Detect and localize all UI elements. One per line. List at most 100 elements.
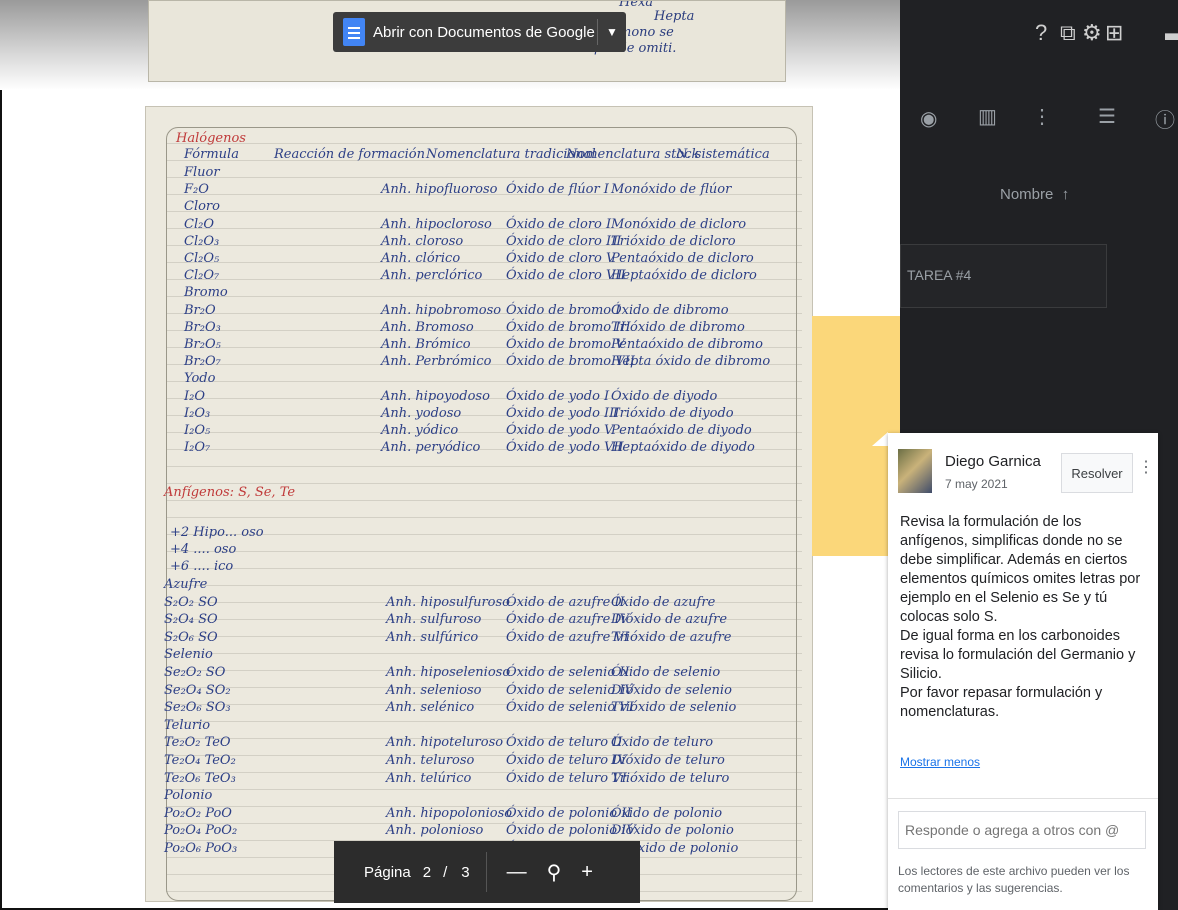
table-cell: Yodo xyxy=(184,371,216,387)
more-vert-icon[interactable]: ⋮ xyxy=(1032,104,1052,129)
table-cell: F₂O xyxy=(184,182,209,198)
table-cell: Selenio xyxy=(164,647,213,663)
table-cell: Telurio xyxy=(164,717,211,733)
readers-note: Los lectores de este archivo pueden ver … xyxy=(898,864,1130,895)
table-cell: Anh. peryódico xyxy=(381,440,481,456)
table-cell: Anh. sulfúrico xyxy=(386,629,479,645)
table-cell: Anh. hipofluoroso xyxy=(381,182,498,198)
table-cell: Anh. hiposulfuroso xyxy=(386,594,511,610)
table-cell: S₂O₂ SO xyxy=(164,594,218,610)
list-view-icon[interactable]: ☰ xyxy=(1098,104,1116,129)
table-cell: Óxido de yodo V xyxy=(506,423,614,438)
table-cell: Anh. hipoyodoso xyxy=(381,388,490,404)
table-cell: Anh. Perbrómico xyxy=(381,354,492,370)
table-cell: Br₂O₇ xyxy=(184,354,221,370)
table-cell: Anh. clórico xyxy=(381,251,461,266)
avatar xyxy=(898,449,932,493)
table-cell: Anh. hipocloroso xyxy=(381,216,492,232)
table-cell: Óxido de teluro IV xyxy=(506,753,627,768)
table-cell: Se₂O₆ SO₃ xyxy=(164,700,231,716)
table-cell: Óxido de yodo VII xyxy=(506,440,624,456)
zoom-icon[interactable]: ⚲ xyxy=(547,860,562,885)
table-cell: Anh. telúrico xyxy=(386,770,472,786)
table-cell: S₂O₆ SO xyxy=(164,629,218,645)
table-cell: Óxido de yodo I xyxy=(506,388,610,404)
table-cell: Fluor xyxy=(184,165,220,180)
comment-card: Diego Garnica 7 may 2021 Resolver ⋮ Revi… xyxy=(888,433,1158,910)
table-cell: Po₂O₆ PoO₃ xyxy=(164,841,238,856)
zoom-in-icon[interactable]: + xyxy=(581,861,593,884)
table-cell: Dióxido de polonio xyxy=(611,823,734,839)
gear-icon[interactable]: ⚙ xyxy=(1082,20,1102,46)
table-cell: Anh. cloroso xyxy=(381,233,464,249)
reply-input[interactable] xyxy=(898,811,1146,849)
valence-note: +2 Hipo... oso xyxy=(170,525,264,540)
open-with-google-docs-button[interactable]: Abrir con Documentos de Google ▼ xyxy=(333,12,626,52)
valence-note: +4 .... oso xyxy=(170,542,237,557)
sort-by-name[interactable]: Nombre ↑ xyxy=(1000,186,1069,203)
table-cell: Óxido de cloro I xyxy=(506,216,612,232)
print-icon[interactable]: ▬ xyxy=(1165,20,1178,46)
add-comment-icon[interactable]: ⊞ xyxy=(1105,20,1123,46)
table-cell: Óxido de dibromo xyxy=(611,302,729,318)
table-cell: Óxido de diyodo xyxy=(611,388,718,404)
zoom-out-icon[interactable]: — xyxy=(507,861,527,884)
table-cell: Óxido de azufre xyxy=(611,594,716,610)
table-cell: Anh. teluroso xyxy=(386,753,475,768)
info-icon[interactable]: ⓘ xyxy=(1155,104,1175,133)
comment-body: Revisa la formulación de los anfígenos, … xyxy=(900,513,1150,722)
table-cell: Óxido de bromo I xyxy=(506,302,621,318)
sort-label: Nombre xyxy=(1000,186,1054,203)
table-cell: Óxido de cloro V xyxy=(506,251,616,266)
file-item-label: TAREA #4 xyxy=(907,267,972,283)
chevron-down-icon[interactable]: ▼ xyxy=(598,25,626,39)
table-cell: S₂O₄ SO xyxy=(164,612,218,628)
table-cell: Dióxido de azufre xyxy=(611,612,728,628)
comment-pointer xyxy=(872,432,888,446)
column-header: Reacción de formación xyxy=(274,147,425,162)
open-in-new-icon[interactable]: ⧉ xyxy=(1060,20,1076,46)
table-cell: Anh. yodoso xyxy=(381,405,462,421)
column-header: Fórmula xyxy=(184,147,239,162)
table-cell: Cl₂O xyxy=(184,216,214,232)
comment-paragraph: Por favor repasar formulación y nomencla… xyxy=(900,685,1103,720)
file-item[interactable]: TAREA #4 xyxy=(900,244,1107,308)
table-cell: Cloro xyxy=(184,199,220,215)
handwritten-line: Hepta xyxy=(654,9,695,24)
table-cell: Trióxido de dibromo xyxy=(611,319,745,335)
comment-date: 7 may 2021 xyxy=(945,477,1008,491)
valence-note: +6 .... ico xyxy=(170,559,234,574)
table-cell: Te₂O₄ TeO₂ xyxy=(164,753,236,768)
resolve-button[interactable]: Resolver xyxy=(1061,453,1133,493)
table-cell: Pentaóxido de dibromo xyxy=(611,337,763,352)
divider xyxy=(485,852,487,892)
table-cell: Óxido de cloro VII xyxy=(506,268,626,284)
table-cell: Anh. yódico xyxy=(381,423,459,438)
table-cell: Trióxido de azufre xyxy=(611,629,732,645)
trash-icon[interactable]: ▥ xyxy=(978,104,997,129)
table-cell: Te₂O₆ TeO₃ xyxy=(164,770,236,786)
table-cell: Óxido de selenio xyxy=(611,665,721,680)
open-with-label: Abrir con Documentos de Google xyxy=(373,23,595,41)
table-cell: Anh. perclórico xyxy=(381,268,483,284)
current-page[interactable]: 2 xyxy=(423,864,431,881)
google-docs-icon xyxy=(343,18,365,46)
table-cell: Cl₂O₇ xyxy=(184,268,220,284)
table-cell: Óxido de flúor I xyxy=(506,182,609,198)
eye-icon[interactable]: ◉ xyxy=(920,106,937,131)
more-vert-icon[interactable]: ⋮ xyxy=(1138,457,1154,477)
show-less-link[interactable]: Mostrar menos xyxy=(900,755,980,769)
table-cell: Anh. hipobromoso xyxy=(381,302,502,318)
section-heading: Halógenos xyxy=(176,131,246,146)
help-icon[interactable]: ? xyxy=(1035,20,1047,46)
table-cell: Azufre xyxy=(164,577,208,592)
table-cell: Anh. hipoteluroso xyxy=(386,735,504,751)
divider xyxy=(888,798,1158,799)
comment-author: Diego Garnica xyxy=(945,453,1041,470)
table-cell: Hepta óxido de dibromo xyxy=(611,354,771,370)
table-cell: Cl₂O₅ xyxy=(184,251,220,266)
table-cell: Anh. Bromoso xyxy=(381,319,474,335)
section-heading: Anfígenos: S, Se, Te xyxy=(164,485,296,500)
column-header: N. sistemática xyxy=(676,147,770,162)
table-cell: Dióxido de teluro xyxy=(611,753,725,768)
